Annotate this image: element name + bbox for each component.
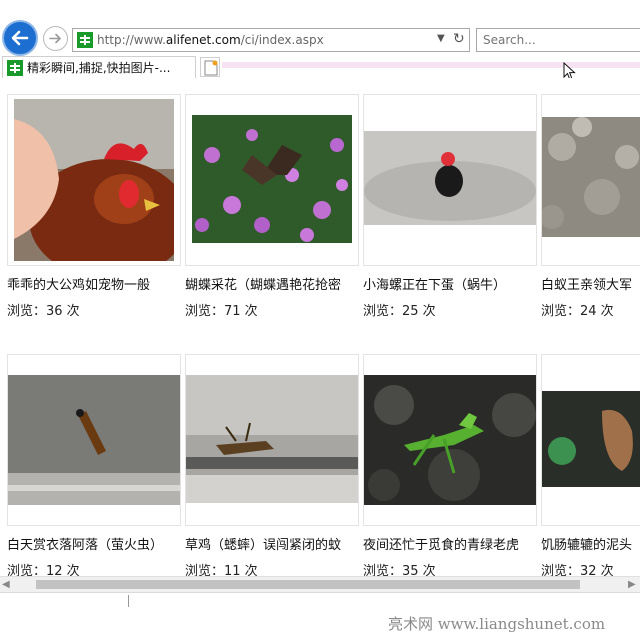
item-caption[interactable]: 蝴蝶采花（蝴蝶遇艳花抢密 [185, 274, 341, 293]
tab-title: 精彩瞬间,捕捉,快拍图片-... [27, 61, 171, 75]
item-caption[interactable]: 小海螺正在下蛋（蜗牛） [363, 274, 506, 293]
thumbnail[interactable] [7, 354, 181, 526]
item-view-count: 浏览：12 次 [7, 564, 80, 576]
item-view-count: 浏览：32 次 [541, 564, 614, 576]
address-url[interactable]: http://www.alifenet.com/ci/index.aspx [97, 33, 324, 47]
tab-strip [222, 62, 640, 68]
item-view-count: 浏览：36 次 [7, 304, 80, 319]
status-bar: 亮术网 www.liangshunet.com [0, 592, 640, 640]
item-view-count: 浏览：11 次 [185, 564, 258, 576]
page-content: 乖乖的大公鸡如宠物一般 浏览：36 次 蝴蝶采花（蝴蝶遇艳花抢密 浏览：71 次 [0, 78, 640, 576]
item-caption[interactable]: 夜间还忙于觅食的青绿老虎 [363, 534, 519, 553]
status-divider [128, 595, 129, 607]
search-input[interactable] [483, 33, 633, 47]
thumbnail[interactable] [541, 94, 640, 266]
tab-favicon-icon [7, 60, 23, 76]
photo-cricket [186, 375, 358, 503]
arrow-right-icon [49, 33, 61, 44]
thumbnail[interactable] [185, 354, 359, 526]
scroll-right-icon[interactable]: ▶ [628, 579, 636, 590]
tab-active[interactable]: 精彩瞬间,捕捉,快拍图片-... [2, 56, 196, 78]
item-caption[interactable]: 白蚁王亲领大军 [541, 274, 632, 293]
thumbnail[interactable] [185, 94, 359, 266]
item-view-count: 浏览：25 次 [363, 304, 436, 319]
search-box[interactable] [476, 28, 640, 52]
horizontal-scrollbar[interactable]: ◀ ▶ [0, 576, 640, 592]
item-caption[interactable]: 饥肠辘辘的泥头 [541, 534, 632, 553]
arrow-left-icon [11, 30, 29, 46]
thumbnail[interactable] [7, 94, 181, 266]
photo-mantis [364, 375, 536, 505]
tab-bar: 精彩瞬间,捕捉,快拍图片-... [0, 56, 640, 79]
item-caption[interactable]: 草鸡（蟋蟀）误闯紧闭的蚊 [185, 534, 341, 553]
back-button[interactable] [2, 20, 38, 56]
item-view-count: 浏览：71 次 [185, 304, 258, 319]
refresh-icon[interactable]: ↻ [453, 31, 465, 47]
photo-loach [542, 391, 640, 487]
photo-termite [542, 117, 640, 237]
new-tab-icon [204, 60, 218, 76]
address-dropdown-icon[interactable]: ▼ [437, 33, 445, 44]
scroll-left-icon[interactable]: ◀ [2, 579, 10, 590]
photo-rooster [14, 99, 174, 261]
address-bar[interactable]: http://www.alifenet.com/ci/index.aspx ▼ … [72, 28, 470, 52]
photo-snail [364, 131, 536, 225]
photo-firefly [8, 375, 180, 505]
photo-butterfly [192, 115, 352, 243]
watermark: 亮术网 www.liangshunet.com [388, 615, 606, 633]
forward-button[interactable] [43, 26, 68, 51]
site-favicon-icon [77, 32, 93, 48]
thumbnail[interactable] [363, 354, 537, 526]
item-caption[interactable]: 白天赏衣落阿落（萤火虫） [7, 534, 163, 553]
thumbnail[interactable] [541, 354, 640, 526]
thumbnail[interactable] [363, 94, 537, 266]
new-tab-button[interactable] [200, 57, 220, 77]
item-caption[interactable]: 乖乖的大公鸡如宠物一般 [7, 274, 150, 293]
browser-toolbar: http://www.alifenet.com/ci/index.aspx ▼ … [0, 0, 640, 56]
item-view-count: 浏览：35 次 [363, 564, 436, 576]
scrollbar-thumb[interactable] [36, 580, 580, 589]
item-view-count: 浏览：24 次 [541, 304, 614, 319]
